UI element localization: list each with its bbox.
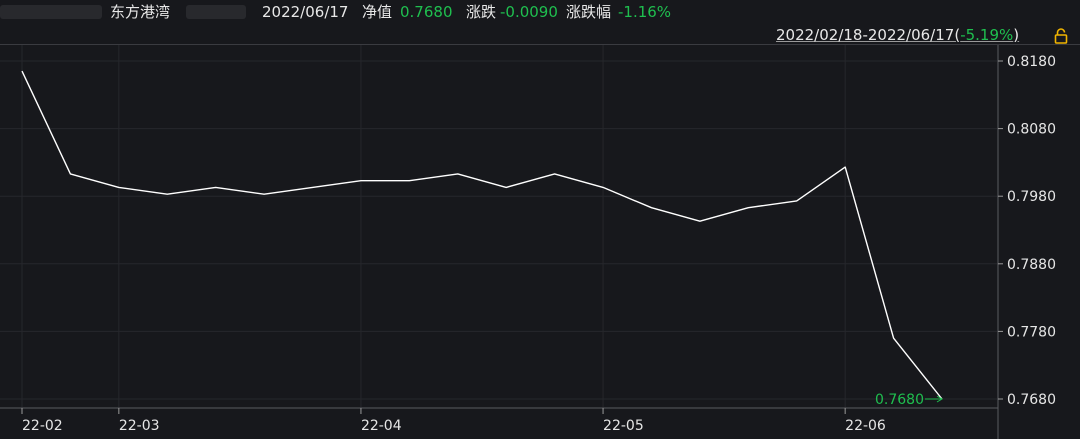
chart-axes bbox=[0, 44, 1080, 439]
x-tick-label: 22-02 bbox=[22, 418, 63, 434]
x-tick-label: 22-04 bbox=[361, 418, 402, 434]
x-tick-label: 22-05 bbox=[603, 418, 644, 434]
nav-series bbox=[21, 70, 943, 400]
x-tick-label: 22-06 bbox=[845, 418, 886, 434]
y-tick-label: 0.8080 bbox=[1007, 122, 1056, 138]
y-tick-label: 0.7980 bbox=[1007, 189, 1056, 205]
y-tick-label: 0.7780 bbox=[1007, 324, 1056, 340]
y-tick-label: 0.7680 bbox=[1007, 392, 1056, 408]
nav-line bbox=[21, 70, 943, 400]
chart-grid bbox=[0, 44, 998, 408]
nav-line-chart: 0.8180 0.8080 0.7980 0.7880 0.7780 0.7680 22-… bbox=[0, 44, 1080, 439]
y-axis-ticks: 0.8180 0.8080 0.7980 0.7880 0.7780 0.7680 bbox=[998, 54, 1056, 408]
last-value-label: 0.7680 bbox=[875, 392, 924, 408]
x-axis-ticks: 22-02 22-03 22-04 22-05 22-06 bbox=[21, 408, 886, 434]
y-tick-label: 0.7880 bbox=[1007, 257, 1056, 273]
x-tick-label: 22-03 bbox=[119, 418, 160, 434]
y-tick-label: 0.8180 bbox=[1007, 54, 1056, 70]
last-value-marker: 0.7680 bbox=[875, 392, 943, 408]
